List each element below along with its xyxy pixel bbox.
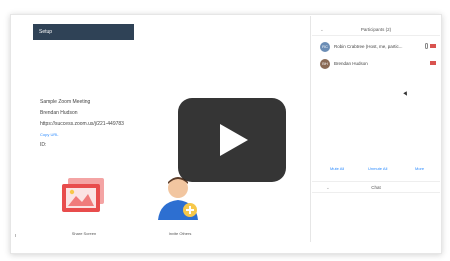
- participant-name: Robin Crabtree (Host, me, partic...: [334, 44, 403, 49]
- participant-name: Brendan Hudson: [334, 61, 368, 66]
- chat-title: Chat: [371, 185, 381, 190]
- share-screen-icon: [62, 178, 104, 212]
- meeting-info: Sample Zoom Meeting Brendan Hudson https…: [40, 99, 124, 153]
- participants-title: Participants (2): [360, 27, 392, 32]
- unmute-all-button[interactable]: Unmute All: [368, 166, 387, 171]
- microphone-icon[interactable]: [425, 43, 428, 49]
- frame-tick: [15, 234, 16, 237]
- invite-others-label: Invite Others: [168, 231, 192, 236]
- invite-others-tile[interactable]: Invite Others: [152, 174, 208, 236]
- participants-panel-header[interactable]: ⌄ Participants (2): [312, 24, 440, 36]
- participant-row[interactable]: RC Robin Crabtree (Host, me, partic...: [320, 41, 438, 53]
- panel-divider: [310, 16, 311, 242]
- meeting-host: Brendan Hudson: [40, 110, 78, 116]
- video-play-button[interactable]: [178, 98, 286, 182]
- chevron-down-icon[interactable]: ⌄: [326, 182, 330, 194]
- participant-row[interactable]: BH Brendan Hudson: [320, 58, 438, 70]
- meeting-url: https://success.zoom.us/j/221-449783: [40, 121, 124, 127]
- avatar: RC: [320, 42, 330, 52]
- participant-id: ID:: [40, 142, 47, 148]
- mute-all-button[interactable]: Mute All: [330, 166, 344, 171]
- play-icon: [220, 124, 248, 156]
- chat-panel-header[interactable]: ⌄ Chat: [312, 181, 440, 193]
- share-screen-tile[interactable]: Share Screen: [56, 176, 112, 236]
- video-off-icon[interactable]: [430, 61, 436, 65]
- video-off-icon[interactable]: [430, 44, 436, 48]
- chevron-down-icon[interactable]: ⌄: [320, 24, 324, 36]
- avatar: BH: [320, 59, 330, 69]
- setup-bar[interactable]: Setup: [33, 24, 134, 40]
- meeting-topic: Sample Zoom Meeting: [40, 99, 91, 105]
- setup-bar-label: Setup: [39, 29, 53, 35]
- participants-actions: Mute All Unmute All More: [320, 166, 438, 176]
- more-button[interactable]: More: [415, 166, 424, 171]
- copy-url-link[interactable]: Copy URL: [40, 132, 124, 137]
- share-screen-label: Share Screen: [71, 231, 97, 236]
